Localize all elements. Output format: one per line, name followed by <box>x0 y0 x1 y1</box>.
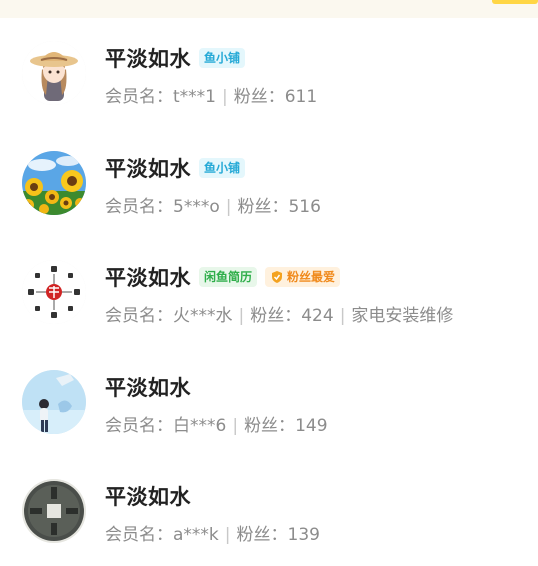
list-item[interactable]: 平淡如水 会员名：白***6 | 粉丝：149 <box>0 347 538 457</box>
user-name[interactable]: 平淡如水 <box>105 481 191 511</box>
badge-xianyu-resume: 闲鱼简历 <box>199 267 258 287</box>
separator: | <box>224 525 231 545</box>
calligraphy-seal-avatar-icon <box>22 260 86 324</box>
member-label: 会员名： <box>105 525 173 545</box>
user-meta: 会员名：t***1 | 粉丝：611 <box>105 82 317 107</box>
separator: | <box>339 306 346 326</box>
list-item[interactable]: 平淡如水 会员名：a***k | 粉丝：139 <box>0 456 538 566</box>
separator: | <box>225 196 232 217</box>
avatar[interactable] <box>22 41 86 105</box>
user-name[interactable]: 平淡如水 <box>105 372 191 402</box>
avatar[interactable] <box>22 369 86 434</box>
member-label: 会员名： <box>105 87 173 107</box>
user-name-row: 平淡如水 鱼小铺 <box>105 43 246 73</box>
avatar[interactable] <box>22 479 86 543</box>
fans-label: 粉丝： <box>236 525 288 545</box>
fans-count: 139 <box>287 525 320 545</box>
badge-xianyu-shop: 鱼小铺 <box>199 48 246 68</box>
user-name[interactable]: 平淡如水 <box>105 43 191 73</box>
shield-check-icon <box>272 271 283 283</box>
fans-count: 424 <box>301 306 334 326</box>
avatar[interactable] <box>22 150 86 215</box>
anime-sky-avatar-icon <box>22 369 86 434</box>
badge-xianyu-shop: 鱼小铺 <box>199 157 246 178</box>
top-bar <box>0 0 538 18</box>
badge-fans-favorite: 粉丝最爱 <box>265 267 341 287</box>
list-item[interactable]: 平淡如水 鱼小铺 会员名：5***o | 粉丝：516 <box>0 128 538 238</box>
user-name-row: 平淡如水 <box>105 481 191 511</box>
member-id: 火***水 <box>173 306 233 326</box>
member-id: 白***6 <box>173 415 227 436</box>
top-accent-bar <box>492 0 538 4</box>
fans-label: 粉丝： <box>244 415 296 436</box>
user-list: 平淡如水 鱼小铺 会员名：t***1 | 粉丝：611 平淡如水 鱼小铺 会员名… <box>0 18 538 566</box>
member-id: a***k <box>173 525 219 545</box>
ancient-coin-avatar-icon <box>22 479 86 543</box>
fans-count: 516 <box>288 196 321 217</box>
user-service-tag: 家电安装维修 <box>351 306 454 326</box>
user-name[interactable]: 平淡如水 <box>105 153 191 183</box>
badge-fans-favorite-label: 粉丝最爱 <box>287 270 336 284</box>
member-id: 5***o <box>173 196 220 217</box>
fans-label: 粉丝： <box>250 306 302 326</box>
separator: | <box>221 87 228 107</box>
user-meta: 会员名：5***o | 粉丝：516 <box>105 192 321 217</box>
avatar[interactable] <box>22 260 86 324</box>
member-label: 会员名： <box>105 196 173 217</box>
user-name-row: 平淡如水 鱼小铺 <box>105 153 246 183</box>
list-item[interactable]: 平淡如水 鱼小铺 会员名：t***1 | 粉丝：611 <box>0 18 538 128</box>
fans-label: 粉丝： <box>233 87 285 107</box>
member-label: 会员名： <box>105 306 173 326</box>
member-id: t***1 <box>173 87 216 107</box>
list-item[interactable]: 平淡如水 闲鱼简历 粉丝最爱 会员名：火***水 | 粉丝：424 | 家电安装维修 <box>0 237 538 347</box>
user-name-row: 平淡如水 闲鱼简历 粉丝最爱 <box>105 262 341 292</box>
user-meta: 会员名：火***水 | 粉丝：424 | 家电安装维修 <box>105 301 453 326</box>
user-meta: 会员名：白***6 | 粉丝：149 <box>105 411 328 436</box>
separator: | <box>238 306 245 326</box>
member-label: 会员名： <box>105 415 173 436</box>
fans-count: 149 <box>295 415 328 436</box>
user-name-row: 平淡如水 <box>105 372 191 402</box>
user-meta: 会员名：a***k | 粉丝：139 <box>105 520 320 545</box>
separator: | <box>232 415 239 436</box>
user-name[interactable]: 平淡如水 <box>105 262 191 292</box>
sunflower-field-avatar-icon <box>22 150 86 215</box>
girl-straw-hat-avatar-icon <box>22 41 86 105</box>
fans-label: 粉丝： <box>237 196 289 217</box>
fans-count: 611 <box>284 87 318 107</box>
